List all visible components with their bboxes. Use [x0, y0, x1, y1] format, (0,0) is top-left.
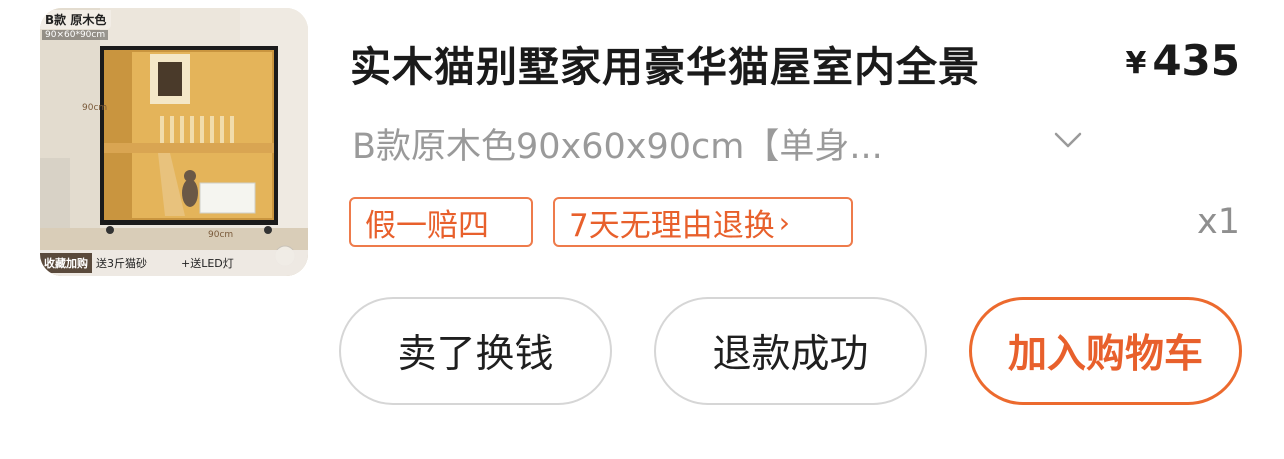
price-value: 435 [1152, 36, 1240, 85]
add-to-cart-button[interactable]: 加入购物车 [969, 297, 1242, 405]
refund-status-button[interactable]: 退款成功 [654, 297, 927, 405]
image-fav-label: 收藏加购 [40, 253, 92, 273]
chevron-right-icon: › [778, 205, 790, 239]
product-thumbnail[interactable]: B款 原木色 90×60*90cm 90cm 90cm 收藏加购 送3斤猫砂 +… [40, 8, 308, 276]
cat-house-image [40, 8, 308, 276]
currency-symbol: ¥ [1125, 46, 1147, 81]
image-promo-bar: 收藏加购 送3斤猫砂 +送LED灯 [40, 250, 308, 276]
product-title[interactable]: 实木猫别墅家用豪华猫屋室内全景 [350, 33, 980, 93]
return-policy-badge[interactable]: 7天无理由退换 › [553, 197, 853, 247]
chevron-down-icon[interactable] [1052, 124, 1084, 156]
return-policy-label: 7天无理由退换 [569, 207, 775, 244]
sell-button[interactable]: 卖了换钱 [339, 297, 612, 405]
guarantee-badge[interactable]: 假一赔四 [349, 197, 533, 247]
quantity-label: x1 [1197, 202, 1240, 242]
image-dim-width: 90cm [208, 230, 234, 240]
image-tag-style: B款 原木色 [40, 10, 112, 29]
image-tag-size: 90×60*90cm [42, 30, 109, 40]
image-dim-height: 90cm [82, 103, 108, 113]
product-price: ¥435 [1125, 36, 1240, 85]
image-gift2: +送LED灯 [181, 257, 234, 270]
product-variant[interactable]: B款原木色90x60x90cm【单身... [352, 118, 883, 169]
image-gift1: 送3斤猫砂 [96, 257, 147, 270]
